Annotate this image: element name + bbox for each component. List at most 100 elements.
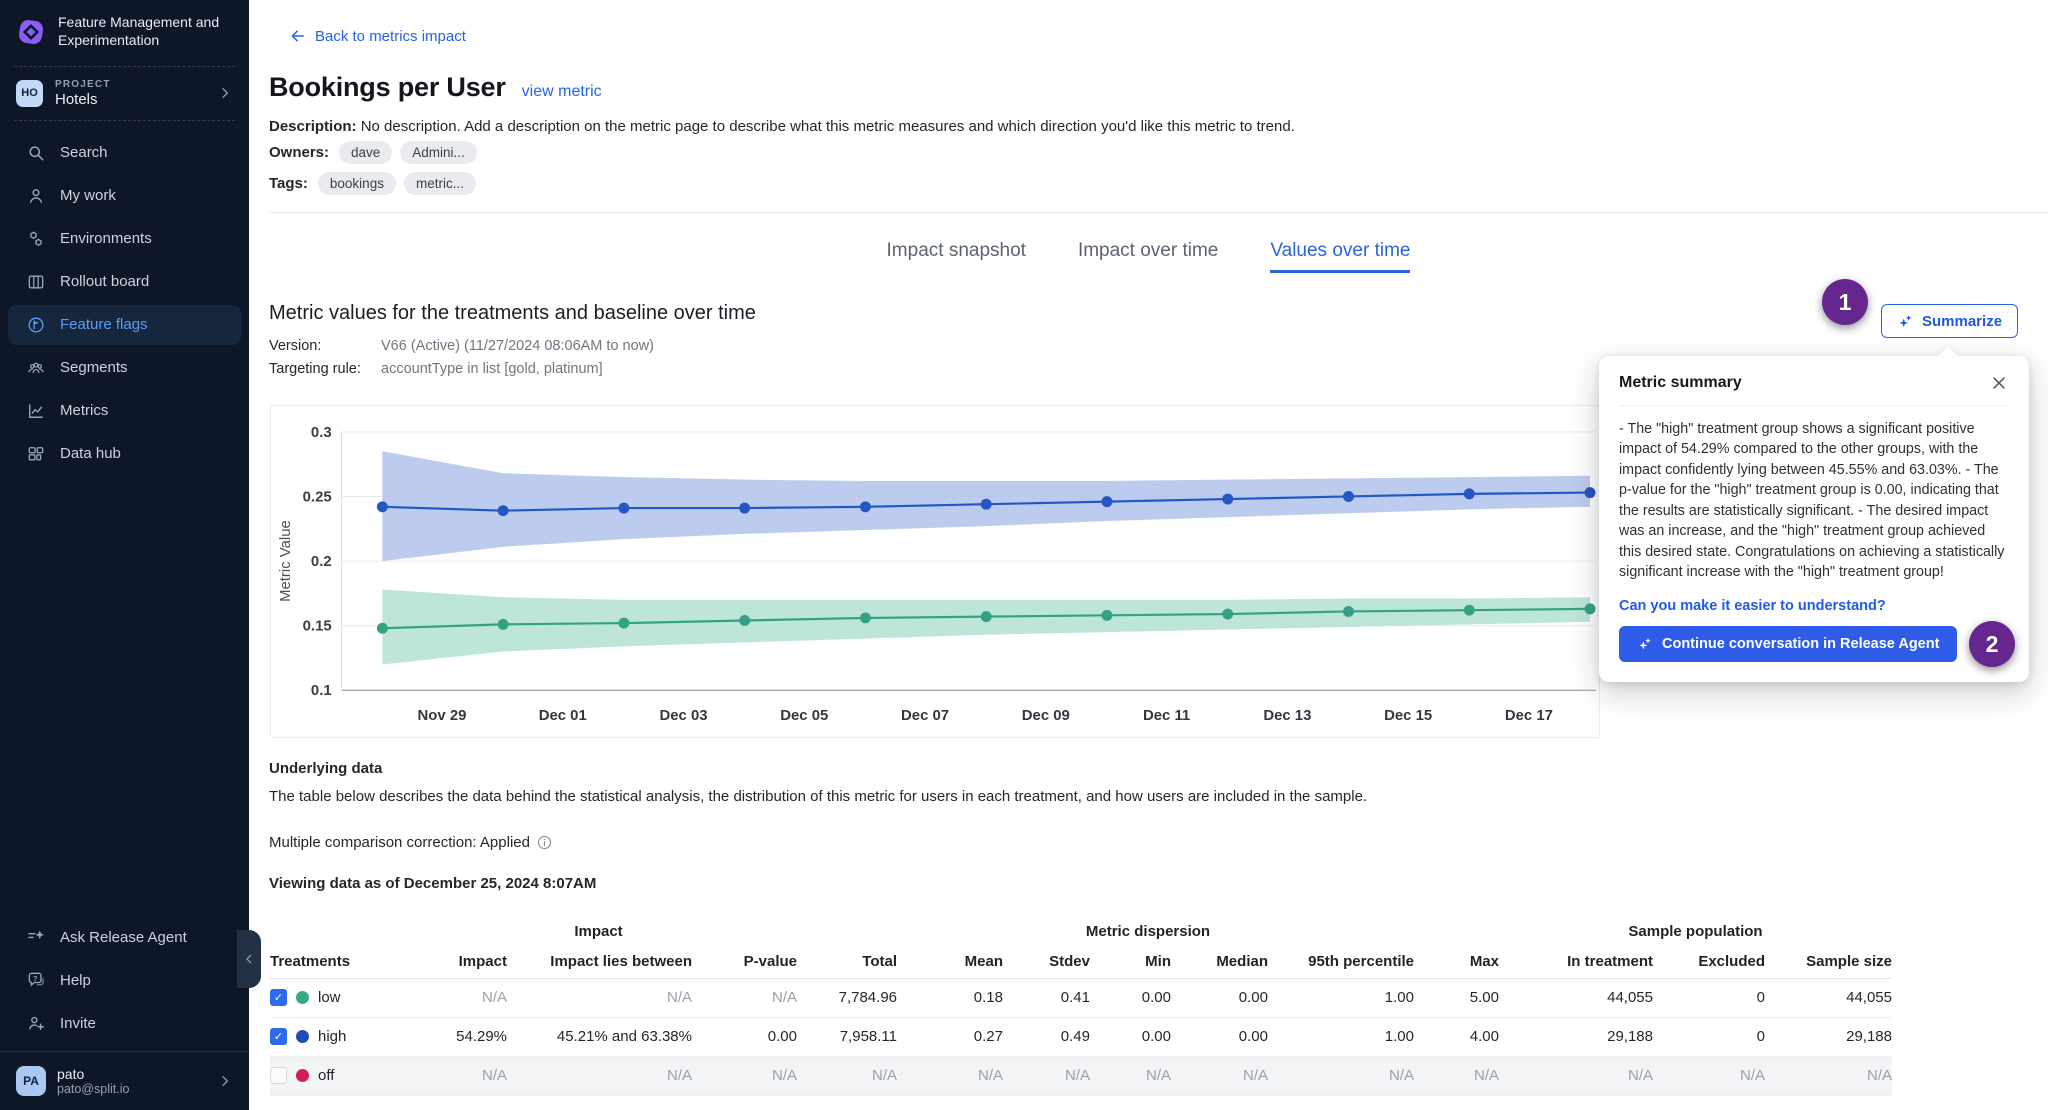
sidebar-item-invite[interactable]: Invite	[8, 1003, 241, 1043]
sidebar-item-rollout-board[interactable]: Rollout board	[8, 262, 241, 302]
sidebar-item-environments[interactable]: Environments	[8, 219, 241, 259]
user-menu[interactable]: PA pato pato@split.io	[0, 1051, 249, 1110]
svg-text:Nov 29: Nov 29	[418, 708, 467, 724]
metric-tag[interactable]: metric...	[404, 172, 476, 195]
underlying-data-table: ImpactMetric dispersionSample population…	[270, 918, 1892, 1096]
sidebar-item-my-work[interactable]: My work	[8, 176, 241, 216]
table-cell: 0.00	[1090, 1017, 1171, 1056]
column-header: Mean	[897, 945, 1003, 978]
help-icon: ?	[26, 970, 46, 990]
metric-tag[interactable]: bookings	[318, 172, 396, 195]
svg-text:Dec 11: Dec 11	[1143, 708, 1190, 724]
tab-impact-over-time[interactable]: Impact over time	[1078, 240, 1218, 273]
sidebar-item-label: Invite	[60, 1015, 96, 1032]
owner-tag[interactable]: Admini...	[400, 141, 477, 164]
treatment-checkbox[interactable]	[270, 1067, 287, 1084]
easier-to-understand-link[interactable]: Can you make it easier to understand?	[1619, 598, 2009, 614]
underlying-data-paragraph: The table below describes the data behin…	[269, 788, 1367, 805]
sidebar-item-segments[interactable]: Segments	[8, 348, 241, 388]
table-cell: N/A	[400, 978, 507, 1017]
user-name: pato	[57, 1066, 206, 1082]
table-cell: 0	[1653, 978, 1765, 1017]
svg-text:0.3: 0.3	[311, 425, 332, 441]
owners-label: Owners:	[269, 144, 329, 161]
treatment-checkbox[interactable]: ✓	[270, 989, 287, 1006]
treatment-checkbox[interactable]: ✓	[270, 1028, 287, 1045]
sparkles-icon	[1637, 636, 1653, 652]
sidebar-item-help[interactable]: ?Help	[8, 960, 241, 1000]
table-row-off: offN/AN/AN/AN/AN/AN/AN/AN/AN/AN/AN/AN/AN…	[270, 1056, 1892, 1095]
version-label: Version:	[269, 338, 381, 354]
table-cell: 29,188	[1765, 1017, 1892, 1056]
tags-row: Tags: bookingsmetric...	[269, 172, 476, 195]
view-metric-link[interactable]: view metric	[522, 83, 602, 101]
table-cell: N/A	[1171, 1056, 1268, 1095]
column-header: Stdev	[1003, 945, 1090, 978]
project-badge: HO	[16, 80, 43, 107]
table-row-high: ✓high54.29%45.21% and 63.38%0.007,958.11…	[270, 1017, 1892, 1056]
sidebar-nav: Search My work Environments Rollout boardFe…	[0, 121, 249, 474]
sidebar-item-feature-flags[interactable]: Feature flags	[8, 305, 241, 345]
sidebar: Feature Management and Experimentation H…	[0, 0, 249, 1110]
table-cell: 0.49	[1003, 1017, 1090, 1056]
treatment-color-dot	[296, 1069, 309, 1082]
table-cell: 7,958.11	[797, 1017, 897, 1056]
table-cell: 54.29%	[400, 1017, 507, 1056]
sidebar-item-data-hub[interactable]: Data hub	[8, 434, 241, 474]
project-selector[interactable]: HO PROJECT Hotels	[0, 67, 249, 120]
title-row: Bookings per User view metric	[269, 72, 602, 103]
viewing-data-timestamp: Viewing data as of December 25, 2024 8:0…	[269, 875, 1367, 892]
tab-values-over-time[interactable]: Values over time	[1270, 240, 1410, 273]
search-icon	[26, 143, 46, 163]
table-cell: N/A	[1499, 1056, 1653, 1095]
table-cell: N/A	[1090, 1056, 1171, 1095]
column-header: Total	[797, 945, 897, 978]
sidebar-item-label: Environments	[60, 230, 152, 247]
column-group-label: Metric dispersion	[797, 918, 1499, 945]
column-header: Impact lies between	[507, 945, 692, 978]
column-header: Sample size	[1765, 945, 1892, 978]
metric-summary-text: - The "high" treatment group shows a sig…	[1619, 419, 2009, 583]
svg-text:0.1: 0.1	[311, 683, 332, 699]
project-label: PROJECT	[55, 79, 205, 90]
underlying-data-section: Underlying data The table below describe…	[269, 760, 1367, 892]
sidebar-collapse-handle[interactable]	[237, 930, 261, 988]
summarize-label: Summarize	[1922, 313, 2002, 330]
column-header: P-value	[692, 945, 797, 978]
description-text: No description. Add a description on the…	[361, 118, 1295, 135]
info-icon[interactable]	[536, 834, 553, 851]
popover-divider	[1619, 405, 2009, 406]
column-header: Min	[1090, 945, 1171, 978]
underlying-data-heading: Underlying data	[269, 760, 1367, 777]
table-cell: 44,055	[1499, 978, 1653, 1017]
sidebar-footer: Ask Release Agent?Help Invite PA pato pat…	[0, 917, 249, 1110]
owner-tag[interactable]: dave	[339, 141, 392, 164]
sidebar-item-search[interactable]: Search	[8, 133, 241, 173]
table-cell: 0.27	[897, 1017, 1003, 1056]
back-link-label: Back to metrics impact	[315, 28, 466, 45]
table-group-header-row: ImpactMetric dispersionSample population	[270, 918, 1892, 945]
column-header: Excluded	[1653, 945, 1765, 978]
tab-impact-snapshot[interactable]: Impact snapshot	[887, 240, 1026, 273]
table-cell: 7,784.96	[797, 978, 897, 1017]
summarize-button[interactable]: Summarize	[1881, 304, 2018, 338]
table-cell: 1.00	[1268, 1017, 1414, 1056]
continue-conversation-label: Continue conversation in Release Agent	[1662, 636, 1939, 652]
column-group-label: Sample population	[1499, 918, 1892, 945]
svg-text:0.2: 0.2	[311, 554, 332, 570]
column-group-label: Impact	[400, 918, 797, 945]
continue-conversation-button[interactable]: Continue conversation in Release Agent	[1619, 626, 1957, 662]
sidebar-item-ask-release-agent[interactable]: Ask Release Agent	[8, 917, 241, 957]
metric-description: Description: No description. Add a descr…	[269, 118, 1295, 135]
sidebar-item-label: Search	[60, 144, 108, 161]
chevron-right-icon	[217, 85, 233, 101]
header-divider	[270, 212, 2048, 213]
back-link[interactable]: Back to metrics impact	[289, 27, 466, 45]
table-cell: N/A	[692, 1056, 797, 1095]
column-header: Treatments	[270, 945, 400, 978]
treatment-color-dot	[296, 1030, 309, 1043]
description-label: Description:	[269, 118, 357, 135]
close-icon[interactable]	[1989, 373, 2009, 393]
sidebar-item-metrics[interactable]: Metrics	[8, 391, 241, 431]
metric-tabs: Impact snapshot Impact over time Values ov…	[249, 240, 2048, 273]
